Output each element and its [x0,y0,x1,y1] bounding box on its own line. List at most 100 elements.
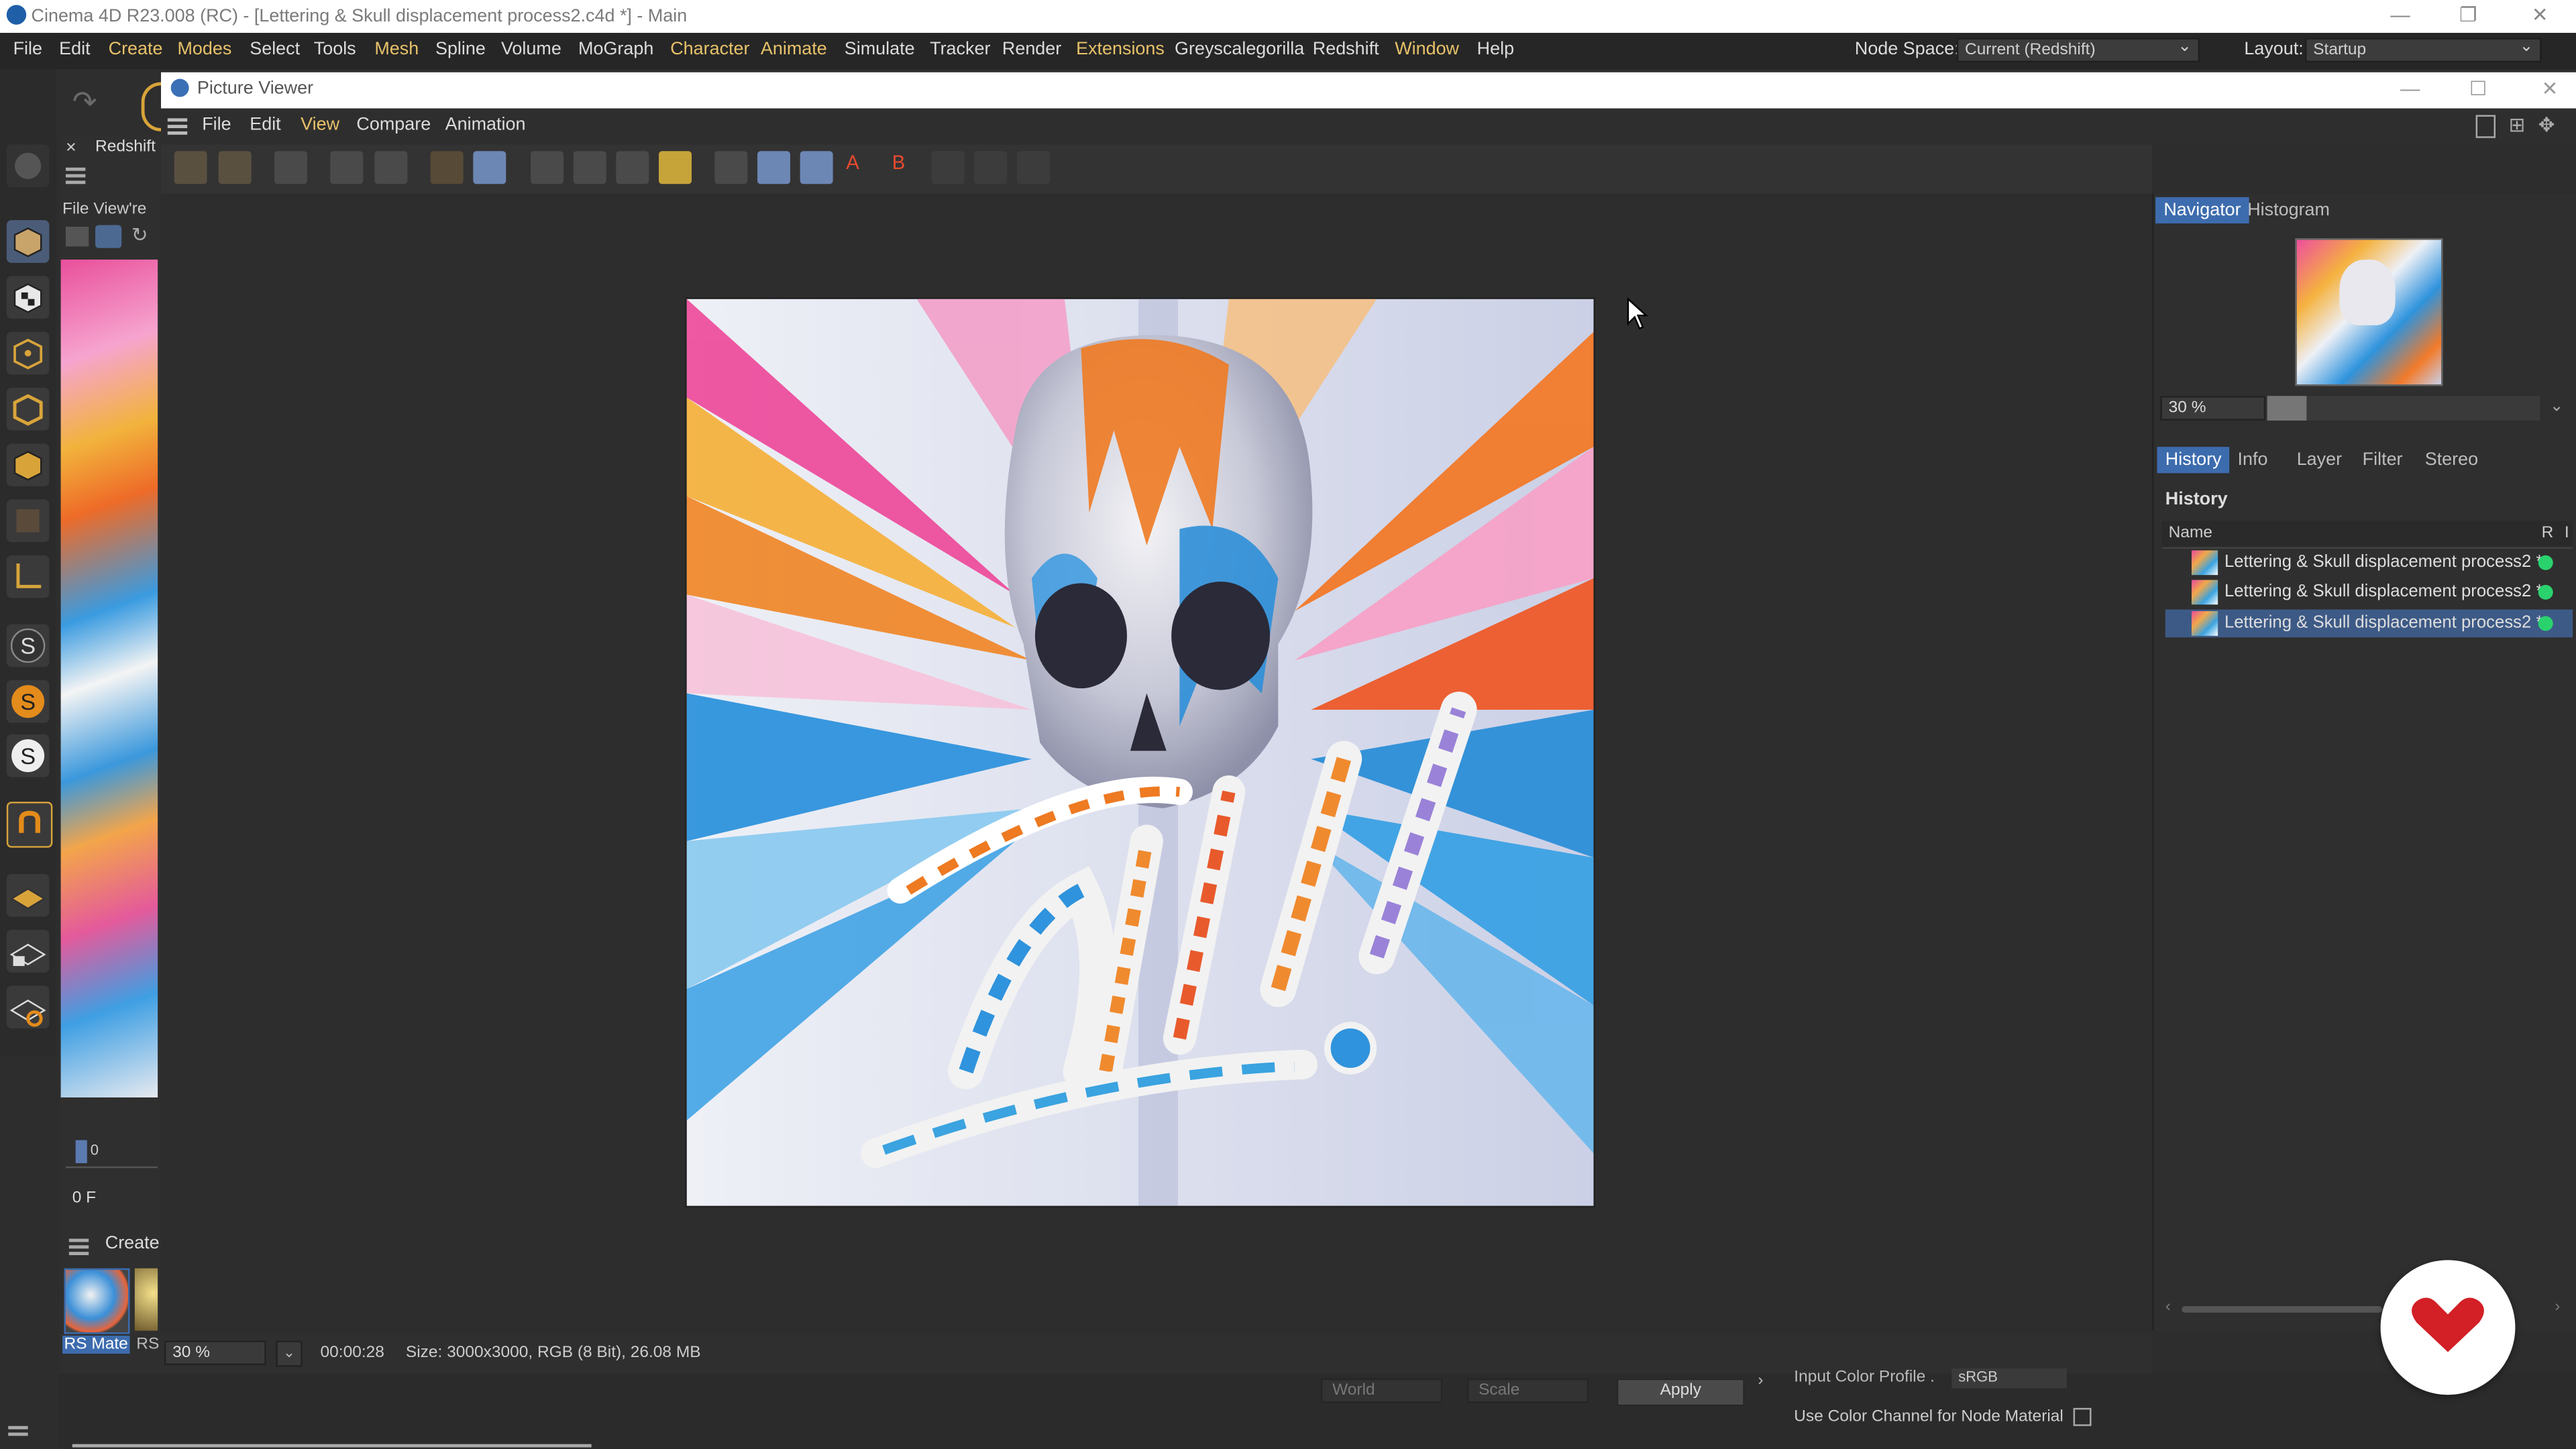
navigator-thumbnail[interactable] [2295,238,2443,386]
redo-icon[interactable]: ↷ [72,85,97,119]
menu-redshift[interactable]: Redshift [1313,40,1379,59]
stop-render-icon[interactable] [274,151,307,184]
axis-mode-icon[interactable] [6,555,50,598]
scroll-right-icon[interactable]: › [2555,1298,2560,1316]
scroll-left-icon[interactable]: ‹ [2165,1298,2171,1316]
menu-volume[interactable]: Volume [501,40,561,59]
render-region-icon[interactable] [573,151,606,184]
menu-select[interactable]: Select [250,40,300,59]
coordinate-world-select[interactable]: World [1320,1378,1443,1403]
set-b-icon[interactable]: B [892,151,906,174]
close-button[interactable]: ✕ [2532,3,2548,26]
menu-greyscalegorilla[interactable]: Greyscalegorilla [1175,40,1304,59]
menu-tools[interactable]: Tools [314,40,356,59]
history-row-selected[interactable]: Lettering & Skull displacement process2 … [2165,609,2573,638]
panel-menu-icon[interactable] [65,167,86,171]
color-correction-icon[interactable] [659,151,692,184]
menu-render[interactable]: Render [1002,40,1061,59]
layout-select[interactable]: Startup [2304,36,2542,63]
snap-settings-icon[interactable]: S [6,680,50,723]
overlay-icon[interactable] [1016,151,1050,184]
restore-button[interactable]: ❐ [2459,3,2477,26]
material-swatch-2[interactable] [134,1268,158,1331]
workplane-snap-icon[interactable]: S [6,734,50,777]
expand-icon[interactable]: ⊞ [2509,113,2526,136]
snap-icon[interactable]: S [6,624,50,667]
channel-icon[interactable] [931,151,965,184]
model-mode-icon[interactable] [6,220,50,263]
workplane-icon[interactable] [6,873,50,917]
material-menu-icon[interactable] [68,1238,89,1242]
tab-layer[interactable]: Layer [2288,447,2350,473]
expand-chevron-icon[interactable]: › [1758,1372,1763,1390]
move-icon[interactable]: ✥ [2538,113,2555,136]
history-row[interactable]: Lettering & Skull displacement process2 … [2165,549,2573,577]
history-scrollbar[interactable] [2182,1305,2383,1313]
panel-close-icon[interactable]: × [66,138,76,158]
navigator-dropdown-icon[interactable]: ⌄ [2550,398,2564,416]
menu-modes[interactable]: Modes [177,40,231,59]
side-by-side-icon[interactable] [974,151,1008,184]
navigator-zoom-slider-handle[interactable] [2267,396,2307,421]
coordinate-scale-select[interactable]: Scale [1466,1378,1589,1403]
pv-hamburger-icon[interactable] [167,118,188,122]
material-create-menu[interactable]: Create [105,1234,160,1253]
use-color-channel-checkbox[interactable] [2073,1407,2092,1426]
texture-mode-icon[interactable] [6,276,50,319]
navigator-zoom-slider[interactable] [2267,396,2540,421]
menu-file[interactable]: File [13,40,42,59]
tab-histogram[interactable]: Histogram [2239,197,2338,223]
zoom-dropdown-icon[interactable]: ⌄ [276,1340,303,1367]
edges-mode-icon[interactable] [6,387,50,431]
history-row[interactable]: Lettering & Skull displacement process2 … [2165,578,2573,606]
zoom-user-icon[interactable] [374,151,408,184]
zoom-field[interactable]: 30 % [164,1340,266,1366]
ab-compare-icon[interactable] [714,151,748,184]
uv-mode-icon[interactable] [6,499,50,543]
pv-menu-file[interactable]: File [202,115,231,134]
make-editable-icon[interactable] [6,144,50,188]
pv-minimize-button[interactable]: — [2400,77,2420,100]
render-icon[interactable] [95,225,122,248]
menu-mograph[interactable]: MoGraph [578,40,653,59]
pv-menu-animation[interactable]: Animation [445,115,526,134]
menu-create[interactable]: Create [109,40,163,59]
locked-workplane-icon[interactable] [6,930,50,973]
tab-navigator[interactable]: Navigator [2155,197,2249,224]
interactive-render-icon[interactable] [616,151,649,184]
save-file-icon[interactable] [218,151,252,184]
pv-menu-compare[interactable]: Compare [356,115,431,134]
redshift-tab[interactable]: Redshift [95,138,156,156]
menu-extensions[interactable]: Extensions [1076,40,1165,59]
tab-history[interactable]: History [2157,447,2230,474]
menu-tracker[interactable]: Tracker [930,40,990,59]
history-col-r[interactable]: R [2542,524,2554,542]
paste-icon[interactable] [473,151,506,184]
rendered-image[interactable] [685,297,1595,1208]
diff-compare-icon[interactable] [800,151,833,184]
menu-character[interactable]: Character [670,40,749,59]
tab-filter[interactable]: Filter [2354,447,2410,473]
pv-menu-view[interactable]: View [301,115,339,134]
open-file-icon[interactable] [174,151,207,184]
input-color-profile-select[interactable]: sRGB [1951,1368,2067,1389]
magnet-icon[interactable] [6,802,53,848]
pv-close-button[interactable]: ✕ [2542,77,2559,100]
menu-animate[interactable]: Animate [761,40,827,59]
node-space-select[interactable]: Current (Redshift) [1956,36,2200,63]
menu-window[interactable]: Window [1395,40,1459,59]
copy-icon[interactable] [430,151,464,184]
navigator-zoom-field[interactable]: 30 % [2160,396,2266,421]
menu-mesh[interactable]: Mesh [374,40,419,59]
layout-toggle-icon[interactable] [2475,115,2496,138]
polygons-mode-icon[interactable] [6,443,50,486]
fit-to-screen-icon[interactable] [330,151,364,184]
history-col-name[interactable]: Name [2169,524,2212,542]
timeline-playhead[interactable] [75,1140,87,1163]
tab-info[interactable]: Info [2229,447,2275,473]
tab-stereo[interactable]: Stereo [2416,447,2486,473]
set-a-icon[interactable]: A [846,151,859,174]
refresh-icon[interactable]: ↻ [131,223,148,246]
split-compare-icon[interactable] [757,151,790,184]
clapper-icon[interactable] [65,226,89,247]
